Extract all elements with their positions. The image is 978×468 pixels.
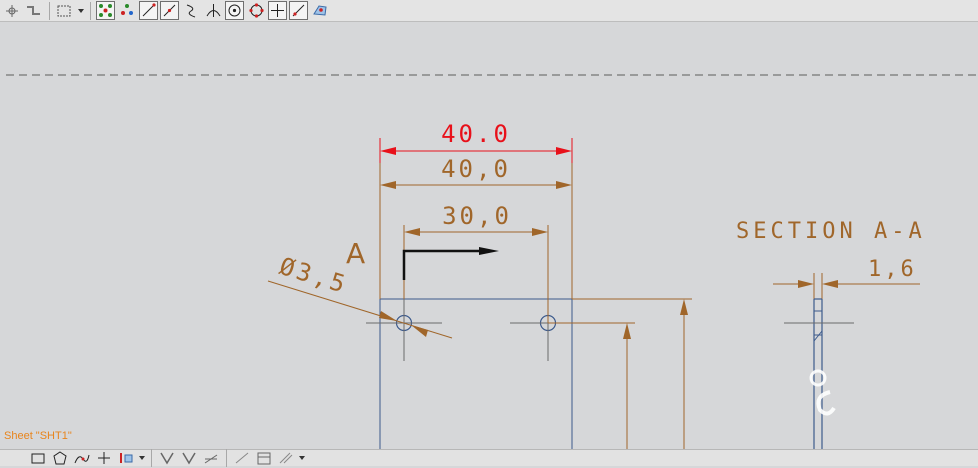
- snap-endpoint-icon[interactable]: [96, 1, 115, 20]
- snap-intersection-icon[interactable]: [268, 1, 287, 20]
- dimension-height[interactable]: [548, 298, 692, 449]
- section-letter: A: [346, 237, 365, 270]
- section-thickness-text: 1,6: [868, 257, 917, 282]
- mirror-icon[interactable]: [232, 448, 252, 468]
- snap-line-icon[interactable]: [139, 1, 158, 20]
- snap-curve-icon[interactable]: [181, 1, 201, 21]
- toolbar-separator: [151, 449, 152, 467]
- point-icon[interactable]: [94, 448, 114, 468]
- dimension-hole-diameter-text: Ø3,5: [276, 252, 351, 299]
- sheet-label[interactable]: Sheet "SHT1": [4, 430, 72, 442]
- chevron-down-icon[interactable]: [138, 448, 146, 468]
- transform-icon[interactable]: [116, 448, 136, 468]
- snap-quadrant-icon[interactable]: [246, 1, 266, 21]
- snap-tangent-icon[interactable]: [160, 1, 179, 20]
- snap-face-icon[interactable]: [310, 1, 330, 21]
- dimension-top-red-text: 40.0: [441, 120, 511, 148]
- dimension-width-text: 40,0: [441, 155, 511, 183]
- dimension-hole-diameter[interactable]: [267, 280, 453, 339]
- snap-center-icon[interactable]: [225, 1, 244, 20]
- annotation-icon[interactable]: [276, 448, 296, 468]
- polygon-icon[interactable]: [50, 448, 70, 468]
- snap-on-curve-icon[interactable]: [289, 1, 308, 20]
- stepped-line-icon[interactable]: [24, 1, 44, 21]
- spline-icon[interactable]: [72, 448, 92, 468]
- rectangle-icon[interactable]: [28, 448, 48, 468]
- trim-icon[interactable]: [157, 448, 177, 468]
- toolbar-separator: [49, 1, 50, 20]
- section-cut-arrow[interactable]: [402, 247, 499, 280]
- snap-perpendicular-icon[interactable]: [203, 1, 223, 21]
- hole-left[interactable]: [366, 299, 442, 361]
- snap-toolbar: [0, 0, 978, 22]
- watermark-logo: [808, 368, 838, 433]
- toolbar-separator: [226, 449, 227, 467]
- section-title: SECTION A-A: [736, 219, 926, 244]
- part-outline[interactable]: [379, 298, 573, 449]
- offset-icon[interactable]: [201, 448, 221, 468]
- chevron-down-icon[interactable]: [298, 448, 306, 468]
- table-icon[interactable]: [254, 448, 274, 468]
- dimension-hole-spacing-text: 30,0: [442, 202, 512, 230]
- chevron-down-icon[interactable]: [77, 1, 85, 21]
- snap-midpoint-icon[interactable]: [117, 1, 137, 21]
- toolbar-separator: [90, 1, 91, 20]
- snap-point-icon[interactable]: [2, 1, 22, 21]
- dimension-hole-spacing[interactable]: [403, 225, 549, 323]
- extend-icon[interactable]: [179, 448, 199, 468]
- drafting-toolbar: [0, 448, 978, 468]
- selection-box-icon[interactable]: [55, 1, 75, 21]
